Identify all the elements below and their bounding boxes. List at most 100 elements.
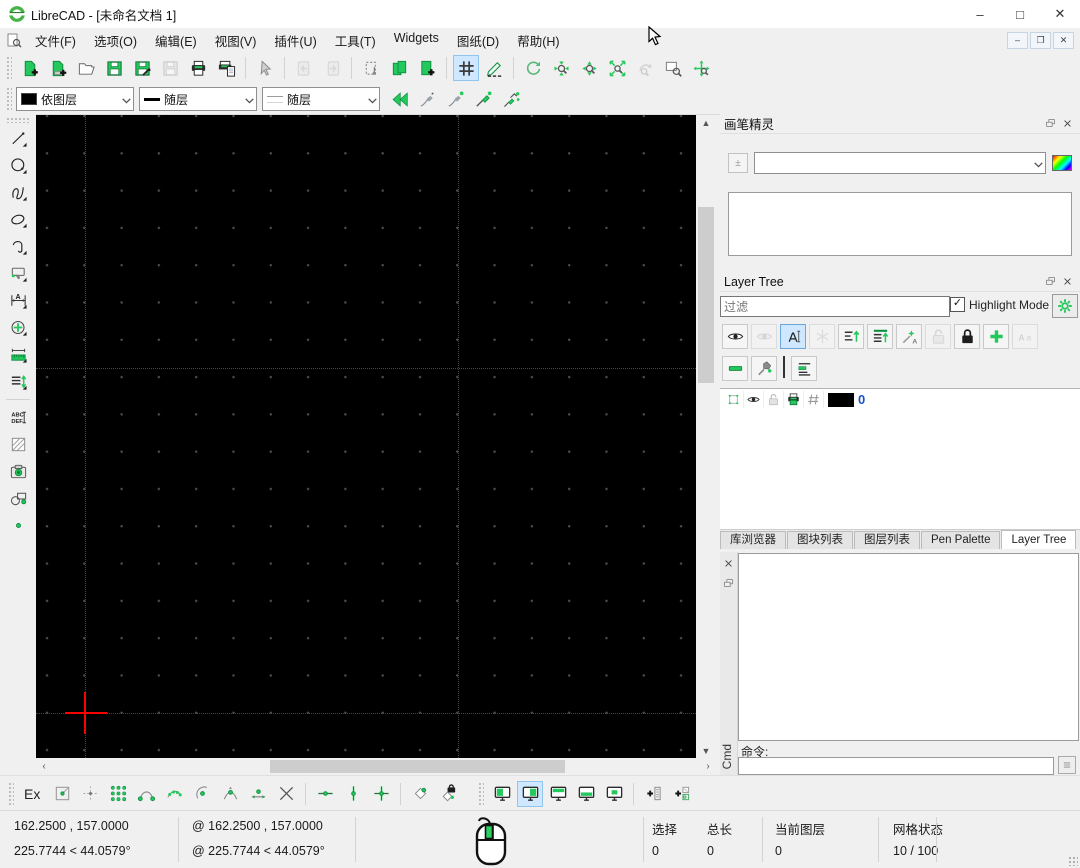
freeze-layers-button[interactable] bbox=[809, 324, 835, 349]
polyline-tools-button[interactable] bbox=[4, 233, 32, 260]
dock-area-right-button[interactable] bbox=[517, 781, 543, 807]
line-width-combobox[interactable]: 随层 bbox=[139, 87, 257, 111]
mdi-restore-button[interactable]: ❐ bbox=[1030, 32, 1051, 49]
save-as-button[interactable] bbox=[129, 55, 155, 81]
move-layer-top-button[interactable] bbox=[867, 324, 893, 349]
snap-grid-points-button[interactable] bbox=[105, 781, 131, 807]
menu-view[interactable]: 视图(V) bbox=[206, 28, 266, 53]
minimize-button[interactable]: – bbox=[960, 0, 1000, 28]
layer-tree-float-button[interactable] bbox=[1042, 274, 1059, 289]
zoom-window-button[interactable] bbox=[660, 55, 686, 81]
pen-color-picker-button[interactable] bbox=[1052, 155, 1072, 171]
open-button[interactable] bbox=[73, 55, 99, 81]
tab-library-browser[interactable]: 库浏览器 bbox=[720, 531, 786, 549]
dock-area-floating-button[interactable] bbox=[601, 781, 627, 807]
pen-wizard-list[interactable] bbox=[728, 192, 1072, 256]
layer-list[interactable]: 0 bbox=[720, 388, 1080, 532]
command-close-button[interactable] bbox=[720, 555, 737, 571]
highlight-mode-checkbox[interactable]: ✓ bbox=[950, 297, 965, 312]
layer-color-swatch[interactable] bbox=[828, 393, 854, 407]
layer-row[interactable]: 0 bbox=[720, 389, 1080, 410]
edit-layer-name-button[interactable] bbox=[780, 324, 806, 349]
add-dock-widget-button[interactable] bbox=[668, 781, 694, 807]
select-tools-button[interactable] bbox=[4, 260, 32, 287]
command-float-button[interactable] bbox=[720, 575, 737, 591]
layer-name[interactable]: 0 bbox=[858, 392, 865, 407]
rename-layer-button[interactable]: Aa bbox=[1012, 324, 1038, 349]
layer-filter-input[interactable] bbox=[720, 296, 950, 317]
horizontal-scrollbar[interactable]: ‹ › bbox=[36, 758, 716, 775]
print-preview-button[interactable] bbox=[213, 55, 239, 81]
dock-area-bottom-button[interactable] bbox=[573, 781, 599, 807]
drawing-canvas[interactable] bbox=[36, 115, 696, 758]
snap-intersection-button[interactable] bbox=[273, 781, 299, 807]
paste-button[interactable] bbox=[414, 55, 440, 81]
block-tools-button[interactable] bbox=[4, 485, 32, 512]
flatten-tree-button[interactable] bbox=[791, 356, 817, 381]
order-tools-button[interactable] bbox=[4, 368, 32, 395]
move-layer-up-button[interactable] bbox=[838, 324, 864, 349]
circle-tools-button[interactable] bbox=[4, 152, 32, 179]
restrict-horizontal-button[interactable] bbox=[312, 781, 338, 807]
close-button[interactable]: ✕ bbox=[1040, 0, 1080, 28]
menu-drawings[interactable]: 图纸(D) bbox=[448, 28, 508, 53]
scroll-left-arrow[interactable]: ‹ bbox=[36, 758, 52, 775]
layer-tree-close-button[interactable] bbox=[1059, 274, 1076, 289]
snap-middle-button[interactable] bbox=[217, 781, 243, 807]
scroll-right-arrow[interactable]: › bbox=[700, 758, 716, 775]
command-history[interactable] bbox=[738, 553, 1079, 741]
redraw-button[interactable] bbox=[520, 55, 546, 81]
remove-layer-button[interactable] bbox=[722, 356, 748, 381]
zoom-auto-button[interactable] bbox=[604, 55, 630, 81]
set-relative-zero-button[interactable] bbox=[407, 781, 433, 807]
curve-tools-button[interactable] bbox=[4, 179, 32, 206]
image-tool-button[interactable] bbox=[4, 458, 32, 485]
command-options-button[interactable] bbox=[1058, 756, 1076, 774]
vertical-scroll-thumb[interactable] bbox=[698, 207, 714, 383]
color-combobox[interactable]: 依图层 bbox=[16, 87, 134, 111]
menu-help[interactable]: 帮助(H) bbox=[508, 28, 568, 53]
snap-endpoints-button[interactable] bbox=[133, 781, 159, 807]
pen-wizard-updown-button[interactable]: ± bbox=[728, 153, 748, 173]
unlock-layers-button[interactable] bbox=[925, 324, 951, 349]
snap-distance-button[interactable] bbox=[245, 781, 271, 807]
snap-center-button[interactable] bbox=[189, 781, 215, 807]
scroll-up-arrow[interactable]: ▲ bbox=[696, 115, 716, 130]
pen-wizard-combobox[interactable] bbox=[754, 152, 1046, 174]
add-layer-button[interactable] bbox=[983, 324, 1009, 349]
zoom-pan-button[interactable] bbox=[688, 55, 714, 81]
menu-edit[interactable]: 编辑(E) bbox=[146, 28, 206, 53]
layer-select-icon[interactable] bbox=[724, 391, 744, 408]
zoom-previous-button[interactable] bbox=[632, 55, 658, 81]
layer-print-icon[interactable] bbox=[784, 391, 804, 408]
pen-wizard-float-button[interactable] bbox=[1042, 116, 1059, 131]
modify-tools-button[interactable] bbox=[4, 314, 32, 341]
zoom-in-button[interactable] bbox=[548, 55, 574, 81]
apply-pen-attributes-button[interactable] bbox=[498, 86, 524, 112]
tab-pen-palette[interactable]: Pen Palette bbox=[921, 531, 1000, 549]
hide-all-layers-button[interactable] bbox=[751, 324, 777, 349]
menu-widgets[interactable]: Widgets bbox=[385, 28, 448, 53]
snap-free-button[interactable] bbox=[49, 781, 75, 807]
snap-on-entity-button[interactable] bbox=[161, 781, 187, 807]
copy-button[interactable] bbox=[386, 55, 412, 81]
apply-pen-button[interactable] bbox=[470, 86, 496, 112]
save-button[interactable] bbox=[101, 55, 127, 81]
dock-area-top-button[interactable] bbox=[545, 781, 571, 807]
restrict-vertical-button[interactable] bbox=[340, 781, 366, 807]
command-input[interactable] bbox=[738, 757, 1054, 775]
vertical-scrollbar[interactable]: ▲ ▼ bbox=[696, 115, 716, 758]
show-all-layers-button[interactable] bbox=[722, 324, 748, 349]
add-toolbar-button[interactable] bbox=[640, 781, 666, 807]
exclusive-snap-toggle[interactable]: Ex bbox=[24, 786, 40, 802]
layer-tree-settings-button[interactable] bbox=[1052, 294, 1078, 318]
mtext-tool-button[interactable]: ABCDEF bbox=[4, 404, 32, 431]
mdi-close-button[interactable]: ✕ bbox=[1053, 32, 1074, 49]
scroll-down-arrow[interactable]: ▼ bbox=[696, 743, 716, 758]
menu-options[interactable]: 选项(O) bbox=[85, 28, 146, 53]
layer-visibility-icon[interactable] bbox=[744, 391, 764, 408]
dimension-tools-button[interactable]: A bbox=[4, 287, 32, 314]
point-tool-button[interactable] bbox=[4, 512, 32, 539]
new-document-button[interactable] bbox=[17, 55, 43, 81]
maximize-button[interactable]: □ bbox=[1000, 0, 1040, 28]
